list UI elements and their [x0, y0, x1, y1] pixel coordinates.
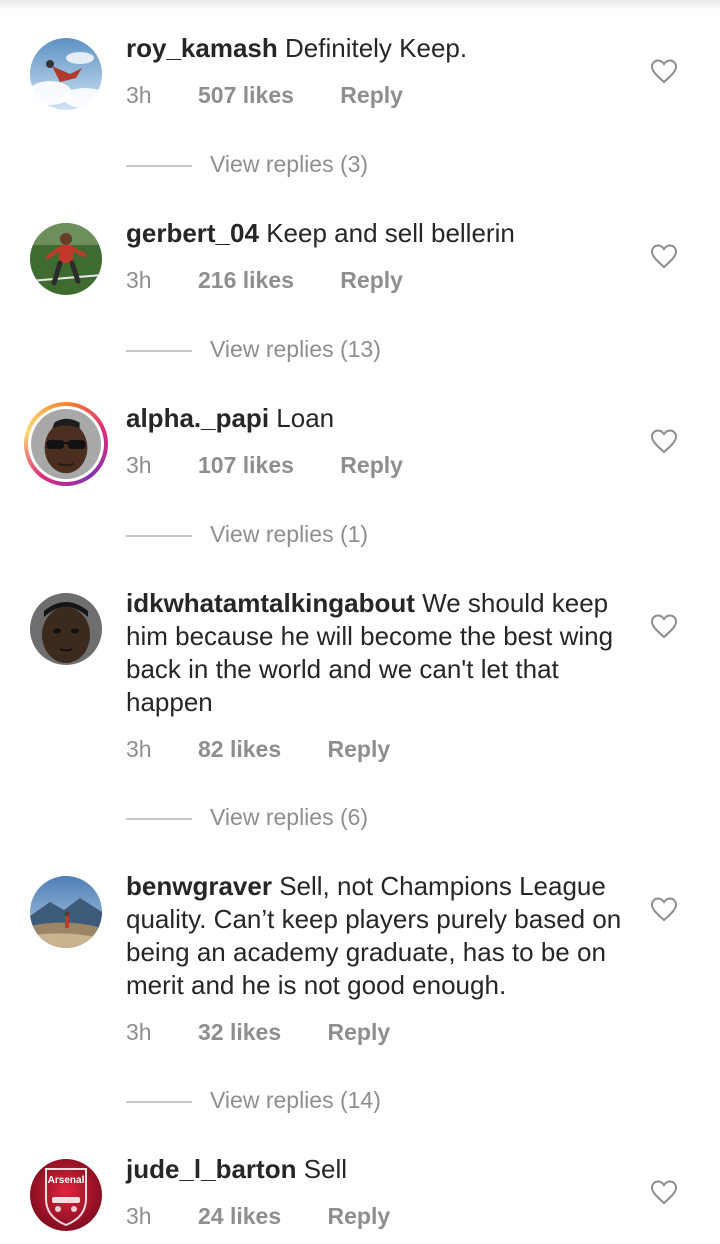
comment-meta: 3h 32 likes Reply	[126, 1019, 390, 1046]
comment-username[interactable]: benwgraver	[126, 871, 272, 901]
skydiver-photo-icon	[30, 38, 102, 110]
heart-outline-icon[interactable]	[650, 243, 678, 269]
comment-time: 3h	[126, 82, 152, 108]
avatar[interactable]	[30, 223, 102, 295]
comment-text: Definitely Keep.	[285, 33, 468, 63]
comment-username[interactable]: jude_l_barton	[126, 1154, 296, 1184]
avatar[interactable]	[30, 876, 102, 948]
view-replies-label: View replies (13)	[210, 336, 381, 362]
comment-meta: 3h 24 likes Reply	[126, 1203, 390, 1230]
likes-count[interactable]: 32 likes	[198, 1019, 281, 1046]
football-player-photo-icon	[30, 223, 102, 295]
view-replies-label: View replies (1)	[210, 521, 369, 547]
comment-meta: 3h 507 likes Reply	[126, 82, 403, 109]
likes-count[interactable]: 82 likes	[198, 736, 281, 763]
divider-line	[126, 350, 192, 352]
likes-count[interactable]: 24 likes	[198, 1203, 281, 1230]
comment-username[interactable]: alpha._papi	[126, 403, 269, 433]
person-face-photo-icon	[30, 593, 102, 665]
heart-outline-icon[interactable]	[650, 613, 678, 639]
reply-button[interactable]: Reply	[340, 82, 403, 109]
person-sunglasses-photo-icon	[31, 409, 101, 479]
view-replies-label: View replies (14)	[210, 1087, 381, 1113]
comment-time: 3h	[126, 1019, 152, 1045]
view-replies-label: View replies (6)	[210, 804, 369, 830]
divider-line	[126, 535, 192, 537]
view-replies-label: View replies (3)	[210, 151, 369, 177]
reply-button[interactable]: Reply	[328, 736, 391, 763]
reply-button[interactable]: Reply	[340, 452, 403, 479]
avatar[interactable]	[30, 593, 102, 665]
avatar[interactable]: Arsenal	[30, 1159, 102, 1231]
comment-time: 3h	[126, 452, 152, 478]
likes-count[interactable]: 507 likes	[198, 82, 294, 109]
comment-text: Sell	[303, 1154, 348, 1184]
comment-username[interactable]: idkwhatamtalkingabout	[126, 588, 415, 618]
comment-meta: 3h 82 likes Reply	[126, 736, 390, 763]
comment-text: Loan	[276, 403, 335, 433]
heart-outline-icon[interactable]	[650, 896, 678, 922]
divider-line	[126, 818, 192, 820]
arsenal-crest-icon: Arsenal	[30, 1159, 102, 1231]
comment-meta: 3h 216 likes Reply	[126, 267, 403, 294]
comment-text: Keep and sell bellerin	[266, 218, 515, 248]
crest-label: Arsenal	[48, 1175, 85, 1186]
comment-username[interactable]: roy_kamash	[126, 33, 278, 63]
avatar-story-ring[interactable]	[24, 402, 108, 486]
reply-button[interactable]: Reply	[328, 1019, 391, 1046]
reply-button[interactable]: Reply	[340, 267, 403, 294]
comment-meta: 3h 107 likes Reply	[126, 452, 403, 479]
mountain-landscape-photo-icon	[30, 876, 102, 948]
avatar[interactable]	[30, 38, 102, 110]
heart-outline-icon[interactable]	[650, 58, 678, 84]
comment-username[interactable]: gerbert_04	[126, 218, 259, 248]
divider-line	[126, 165, 192, 167]
comment-time: 3h	[126, 267, 152, 293]
top-shadow	[0, 0, 720, 10]
heart-outline-icon[interactable]	[650, 428, 678, 454]
comment-time: 3h	[126, 736, 152, 762]
likes-count[interactable]: 107 likes	[198, 452, 294, 479]
reply-button[interactable]: Reply	[328, 1203, 391, 1230]
heart-outline-icon[interactable]	[650, 1179, 678, 1205]
likes-count[interactable]: 216 likes	[198, 267, 294, 294]
divider-line	[126, 1101, 192, 1103]
comment-time: 3h	[126, 1203, 152, 1229]
